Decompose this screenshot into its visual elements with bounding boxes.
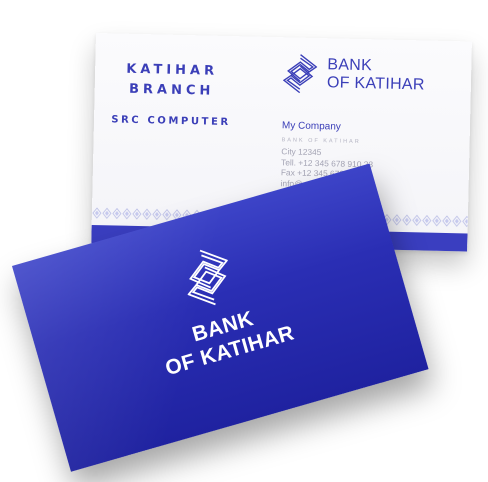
blue-business-card: BANK OF KATIHAR [12,163,429,472]
interlocking-s-icon [282,54,318,94]
company-tagline: BANK OF KATIHAR [281,136,361,145]
branch-title-line1: KATIHAR [126,61,219,79]
back-brand-line1: BANK [327,56,373,75]
branch-subtitle: SRC COMPUTER [111,114,231,129]
branch-title: KATIHAR BRANCH [112,59,231,102]
company-name: My Company [281,120,341,133]
interlocking-s-icon [187,249,229,306]
branch-title-line2: BRANCH [128,81,215,99]
business-card-mockup: KATIHAR BRANCH SRC COMPUTER BANK OF KATI… [0,0,488,482]
back-brand-line2: OF KATIHAR [326,74,425,94]
back-brand-name: BANK OF KATIHAR [327,56,426,94]
